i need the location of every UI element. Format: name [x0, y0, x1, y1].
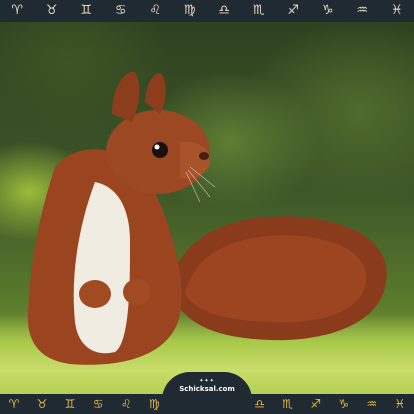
pisces-icon[interactable]: ♓ [391, 0, 403, 22]
aquarius-icon[interactable]: ♒ [356, 0, 368, 22]
cancer-icon[interactable]: ♋ [93, 394, 104, 414]
capricorn-icon[interactable]: ♑ [338, 394, 349, 414]
capricorn-icon[interactable]: ♑ [322, 0, 334, 22]
logo-stars-icon: ✦✦✦ [199, 378, 215, 384]
aries-icon[interactable]: ♈ [11, 0, 23, 22]
leo-icon[interactable]: ♌ [121, 394, 132, 414]
squirrel-ear-left [112, 71, 140, 122]
scorpio-icon[interactable]: ♏ [282, 394, 293, 414]
leo-icon[interactable]: ♌ [149, 0, 161, 22]
pisces-icon[interactable]: ♓ [394, 394, 405, 414]
gemini-icon[interactable]: ♊ [80, 0, 92, 22]
virgo-icon[interactable]: ♍ [184, 0, 196, 22]
logo-text: Schicksal.com [179, 385, 235, 393]
cancer-icon[interactable]: ♋ [115, 0, 127, 22]
squirrel-eye [152, 142, 168, 158]
gemini-icon[interactable]: ♊ [65, 394, 76, 414]
schicksal-logo[interactable]: ✦✦✦ Schicksal.com [162, 372, 252, 400]
zodiac-nav-bar: ♈ ♉ ♊ ♋ ♌ ♍ ♎ ♏ ♐ ♑ ♒ ♓ [0, 0, 414, 22]
sagittarius-icon[interactable]: ♐ [310, 394, 321, 414]
sagittarius-icon[interactable]: ♐ [287, 0, 299, 22]
squirrel-photo [0, 22, 414, 394]
squirrel-paw-left [79, 280, 111, 308]
squirrel-paw-right [123, 279, 151, 305]
aries-icon[interactable]: ♈ [9, 394, 20, 414]
scorpio-icon[interactable]: ♏ [253, 0, 265, 22]
libra-icon[interactable]: ♎ [218, 0, 230, 22]
taurus-icon[interactable]: ♉ [46, 0, 58, 22]
taurus-icon[interactable]: ♉ [37, 394, 48, 414]
squirrel-illustration [27, 71, 387, 365]
squirrel-ear-right [145, 73, 166, 114]
libra-icon[interactable]: ♎ [254, 394, 265, 414]
aquarius-icon[interactable]: ♒ [366, 394, 377, 414]
virgo-icon[interactable]: ♍ [149, 394, 160, 414]
